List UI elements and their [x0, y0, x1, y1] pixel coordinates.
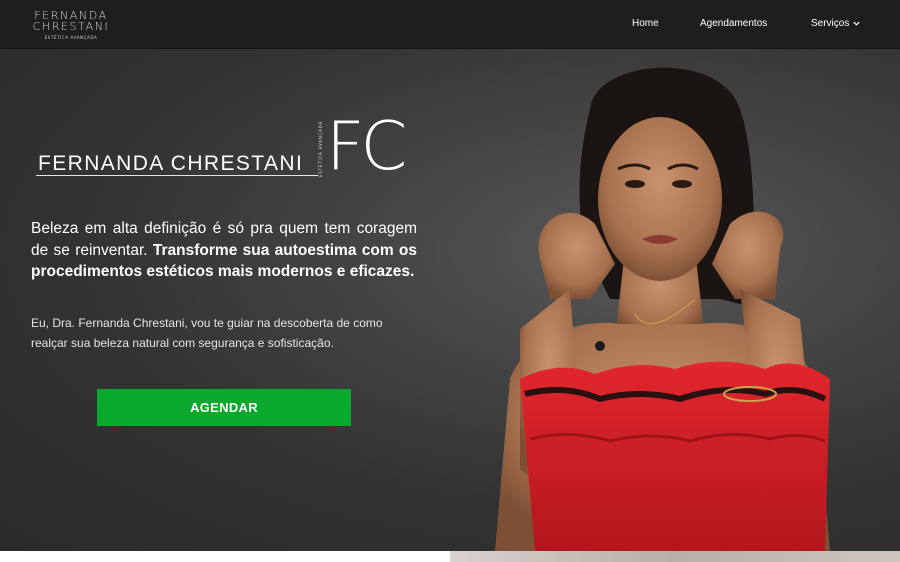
nav-servicos-label: Serviços	[811, 18, 850, 29]
logo-tagline: ESTÉTICA AVANÇADA	[44, 35, 98, 40]
site-header: FERNANDA CHRESTANI ESTÉTICA AVANÇADA Hom…	[0, 0, 900, 49]
nav-servicos[interactable]: Serviços	[811, 18, 861, 29]
brand-name: FERNANDA CHRESTANI	[38, 152, 304, 175]
hero-section: FERNANDA CHRESTANI ESTÉTICA AVANÇADA FC …	[0, 49, 900, 551]
brand-underline	[36, 175, 318, 176]
hero-intro: Eu, Dra. Fernanda Chrestani, vou te guia…	[31, 316, 383, 350]
nav-agendamentos[interactable]: Agendamentos	[700, 18, 767, 29]
nav-home[interactable]: Home	[632, 18, 659, 29]
hero-portrait-image	[495, 67, 830, 551]
chevron-down-icon	[853, 21, 860, 26]
next-section-strip	[0, 551, 900, 562]
logo-line-2: CHRESTANI	[32, 20, 110, 33]
brand-monogram: FC	[326, 107, 407, 185]
hero-headline: Beleza em alta definição é só pra quem t…	[31, 218, 417, 283]
brand-tagline: ESTÉTICA AVANÇADA	[318, 120, 323, 177]
agendar-button[interactable]: AGENDAR	[97, 389, 351, 426]
site-logo[interactable]: FERNANDA CHRESTANI ESTÉTICA AVANÇADA	[30, 10, 112, 40]
next-section-image	[450, 551, 900, 562]
